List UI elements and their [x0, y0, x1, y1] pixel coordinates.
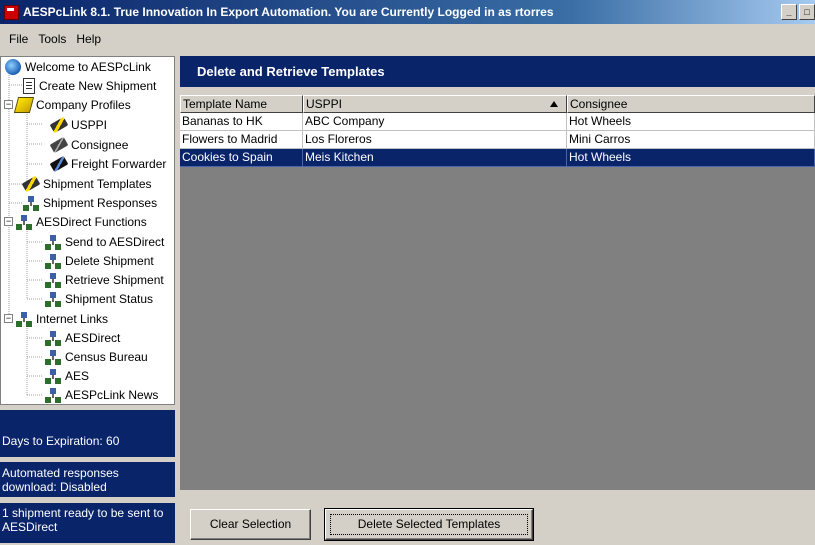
- tree-item-census-bureau[interactable]: Census Bureau: [45, 347, 148, 366]
- column-header-consignee[interactable]: Consignee: [567, 95, 815, 113]
- menu-help[interactable]: Help: [71, 32, 106, 46]
- tree-item-label: Delete Shipment: [65, 253, 154, 268]
- navigation-tree: Welcome to AESPcLink Create New Shipment…: [0, 56, 175, 405]
- tree-item-label: Internet Links: [36, 311, 109, 326]
- network-icon: [45, 367, 61, 384]
- network-icon: [23, 194, 39, 211]
- tree-item-label: AESPcLink News: [65, 387, 159, 402]
- cell-template-name: Cookies to Spain: [180, 149, 303, 167]
- maximize-button[interactable]: □: [799, 4, 815, 20]
- tree-item-delete-shipment[interactable]: Delete Shipment: [45, 251, 154, 270]
- window-controls: _ □: [781, 4, 815, 20]
- tree-item-shipment-status[interactable]: Shipment Status: [45, 289, 153, 308]
- cell-template-name: Bananas to HK: [180, 113, 303, 131]
- collapse-icon[interactable]: −: [4, 100, 13, 109]
- cell-consignee: Mini Carros: [567, 131, 815, 149]
- cell-consignee: Hot Wheels: [567, 113, 815, 131]
- table-row-selected[interactable]: Cookies to Spain Meis Kitchen Hot Wheels: [180, 149, 815, 167]
- tree-item-usppi[interactable]: USPPI: [49, 115, 108, 134]
- tree-item-label: USPPI: [71, 117, 108, 132]
- menu-file[interactable]: File: [4, 32, 33, 46]
- network-icon: [45, 329, 61, 346]
- tree-item-label: Census Bureau: [65, 349, 148, 364]
- tree-item-freight-forwarder[interactable]: Freight Forwarder: [49, 154, 167, 173]
- table-row[interactable]: Flowers to Madrid Los Floreros Mini Carr…: [180, 131, 815, 149]
- network-icon: [16, 213, 32, 230]
- tree-item-label: Freight Forwarder: [71, 156, 167, 171]
- column-header-template-name[interactable]: Template Name: [180, 95, 303, 113]
- pen-icon: [49, 155, 69, 172]
- network-icon: [45, 386, 61, 403]
- tree-item-create-new-shipment[interactable]: Create New Shipment: [23, 76, 156, 95]
- cell-usppi: Los Floreros: [303, 131, 567, 149]
- tree-item-label: Send to AESDirect: [65, 234, 165, 249]
- grid-header: Template Name USPPI Consignee: [180, 95, 815, 113]
- network-icon: [45, 233, 61, 250]
- table-row[interactable]: Bananas to HK ABC Company Hot Wheels: [180, 113, 815, 131]
- templates-grid: Template Name USPPI Consignee Bananas to…: [180, 95, 815, 490]
- cell-usppi: ABC Company: [303, 113, 567, 131]
- cell-usppi: Meis Kitchen: [303, 149, 567, 167]
- tree-item-shipment-responses[interactable]: Shipment Responses: [23, 193, 157, 212]
- network-icon: [45, 290, 61, 307]
- expiration-status: Days to Expiration: 60: [0, 410, 175, 457]
- network-icon: [45, 348, 61, 365]
- network-icon: [45, 271, 61, 288]
- collapse-icon[interactable]: −: [4, 314, 13, 323]
- app-icon: [4, 4, 19, 20]
- tree-item-consignee[interactable]: Consignee: [49, 135, 129, 154]
- tree-item-label: Shipment Responses: [43, 195, 158, 210]
- tree-item-aesdirect-functions[interactable]: − AESDirect Functions: [4, 212, 147, 231]
- pen-icon: [21, 175, 41, 192]
- clear-selection-button[interactable]: Clear Selection: [190, 509, 311, 540]
- column-header-usppi[interactable]: USPPI: [303, 95, 567, 113]
- tree-item-company-profiles[interactable]: − Company Profiles: [4, 95, 131, 114]
- clear-selection-label: Clear Selection: [209, 517, 292, 531]
- tree-item-welcome[interactable]: Welcome to AESPcLink: [5, 57, 151, 76]
- auto-download-status: Automated responses download: Disabled: [0, 462, 175, 497]
- tree-item-internet-links[interactable]: − Internet Links: [4, 309, 108, 328]
- sort-ascending-icon: [550, 101, 558, 107]
- column-header-label: USPPI: [306, 97, 343, 111]
- tree-item-label: AESDirect Functions: [36, 214, 147, 229]
- title-bar: AESPcLink 8.1. True Innovation In Export…: [0, 0, 815, 24]
- menu-tools[interactable]: Tools: [33, 32, 71, 46]
- window-title: AESPcLink 8.1. True Innovation In Export…: [23, 5, 554, 19]
- document-icon: [23, 77, 35, 94]
- tree-item-label: Create New Shipment: [39, 78, 157, 93]
- ready-shipment-status: 1 shipment ready to be sent to AESDirect: [0, 503, 175, 543]
- tree-item-aesdirect-link[interactable]: AESDirect: [45, 328, 120, 347]
- tree-item-aes[interactable]: AES: [45, 366, 89, 385]
- menu-bar: File Tools Help: [0, 24, 815, 54]
- network-icon: [45, 252, 61, 269]
- pen-icon: [49, 116, 69, 133]
- pen-icon: [49, 136, 69, 153]
- delete-selected-templates-button[interactable]: Delete Selected Templates: [324, 508, 534, 541]
- tree-item-label: AESDirect: [65, 330, 121, 345]
- tree-item-label: Company Profiles: [36, 97, 131, 112]
- tree-item-label: AES: [65, 368, 90, 383]
- tree-item-retrieve-shipment[interactable]: Retrieve Shipment: [45, 270, 164, 289]
- network-icon: [16, 310, 32, 327]
- globe-icon: [5, 58, 21, 75]
- tree-item-label: Shipment Templates: [43, 176, 152, 191]
- tree-item-label: Consignee: [71, 137, 129, 152]
- cell-consignee: Hot Wheels: [567, 149, 815, 167]
- tree-item-aespclink-news[interactable]: AESPcLink News: [45, 385, 158, 404]
- book-icon: [13, 96, 35, 113]
- minimize-button[interactable]: _: [781, 4, 797, 20]
- tree-item-label: Welcome to AESPcLink: [25, 59, 151, 74]
- focus-rectangle: [330, 514, 528, 535]
- collapse-icon[interactable]: −: [4, 217, 13, 226]
- page-title: Delete and Retrieve Templates: [180, 56, 815, 87]
- tree-item-send-to-aesdirect[interactable]: Send to AESDirect: [45, 232, 164, 251]
- tree-item-label: Retrieve Shipment: [65, 272, 164, 287]
- tree-item-shipment-templates[interactable]: Shipment Templates: [21, 174, 152, 193]
- tree-item-label: Shipment Status: [65, 291, 154, 306]
- cell-template-name: Flowers to Madrid: [180, 131, 303, 149]
